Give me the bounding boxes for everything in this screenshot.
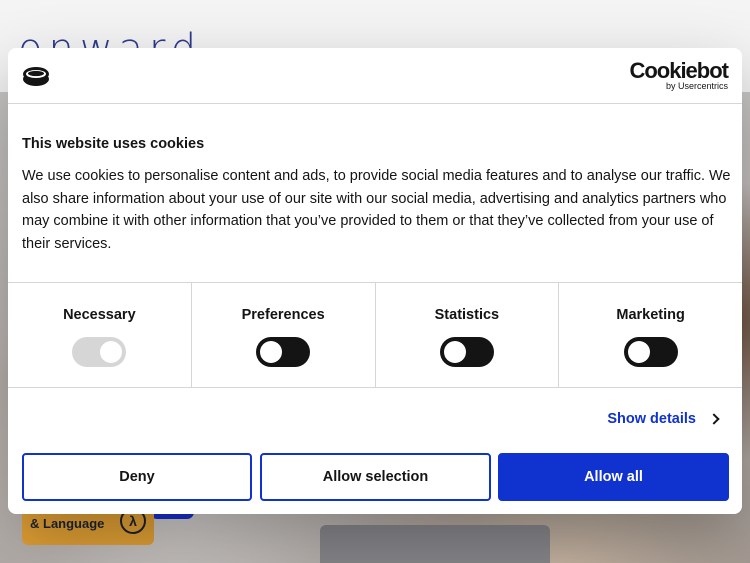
show-details-link[interactable]: Show details [607, 411, 720, 427]
cookie-logo-icon [23, 67, 49, 86]
show-details-label: Show details [607, 411, 696, 427]
deny-button[interactable]: Deny [22, 453, 252, 501]
preferences-toggle[interactable] [256, 337, 311, 367]
category-marketing: Marketing [559, 283, 742, 387]
cookie-consent-dialog: Cookiebot by Usercentrics This website u… [8, 48, 742, 514]
dialog-header: Cookiebot by Usercentrics [8, 48, 742, 104]
hero-laptop-shape [320, 525, 550, 563]
cookiebot-brand[interactable]: Cookiebot by Usercentrics [629, 58, 729, 92]
category-necessary: Necessary [8, 283, 192, 387]
dialog-description: We use cookies to personalise content an… [22, 168, 731, 252]
category-label: Necessary [63, 307, 136, 323]
marketing-toggle[interactable] [623, 337, 678, 367]
chevron-right-icon [708, 413, 720, 425]
dialog-title-wrap: This website uses cookies [22, 136, 728, 152]
category-label: Statistics [434, 307, 500, 323]
toggle-knob [260, 341, 283, 363]
necessary-toggle [72, 337, 127, 367]
category-statistics: Statistics [376, 283, 560, 387]
allow-selection-button[interactable]: Allow selection [260, 453, 491, 501]
toggle-knob [627, 341, 650, 363]
statistics-toggle[interactable] [439, 337, 494, 367]
brand-name: Cookiebot [629, 58, 729, 83]
accessibility-language-label: & Language [30, 516, 105, 531]
allow-all-button[interactable]: Allow all [498, 453, 729, 501]
category-preferences: Preferences [192, 283, 376, 387]
cookie-categories: Necessary Preferences Statistics Marketi… [8, 282, 742, 388]
toggle-knob [443, 341, 466, 363]
category-label: Marketing [616, 307, 685, 323]
dialog-title: This website uses cookies [22, 136, 205, 152]
category-label: Preferences [241, 307, 325, 323]
toggle-knob [100, 341, 123, 363]
